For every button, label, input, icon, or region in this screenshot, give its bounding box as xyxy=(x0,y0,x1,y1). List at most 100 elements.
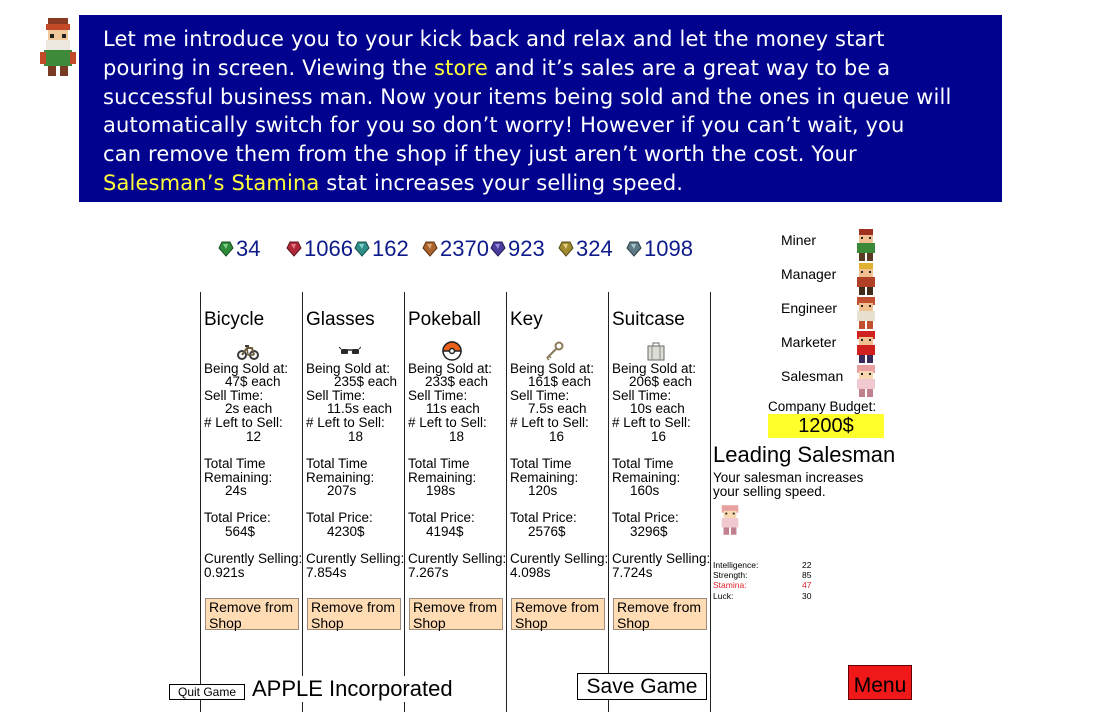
gold-gem-icon xyxy=(558,241,574,257)
price-each: 233$ each xyxy=(425,374,489,389)
green-gem-icon xyxy=(218,241,234,257)
total-price-label: Total Price: xyxy=(204,510,271,525)
product-name: Suitcase xyxy=(612,309,685,330)
resource-gold: 324 xyxy=(558,236,613,262)
price-each: 47$ each xyxy=(225,374,281,389)
remove-from-shop-button[interactable]: Remove from Shop xyxy=(409,598,503,631)
left-to-sell-value: 12 xyxy=(246,429,262,444)
manager-sprite-icon[interactable] xyxy=(853,263,879,295)
staff-role-miner: Miner xyxy=(781,232,817,248)
resource-count: 1098 xyxy=(644,236,693,261)
currently-selling-label: Curently Selling: xyxy=(204,551,303,566)
company-name: APPLE Incorporated xyxy=(252,676,455,702)
resource-green: 34 xyxy=(218,236,260,262)
price-each: 235$ each xyxy=(334,374,398,389)
total-price-label: Total Price: xyxy=(408,510,475,525)
remaining-value: 120s xyxy=(528,483,558,498)
left-to-sell-value: 16 xyxy=(549,429,565,444)
company-budget-label: Company Budget: xyxy=(768,399,877,414)
left-to-sell-label: # Left to Sell: xyxy=(204,415,283,430)
product-name: Bicycle xyxy=(204,309,265,330)
engineer-sprite-icon[interactable] xyxy=(853,297,879,329)
bicycle-icon xyxy=(237,345,259,360)
sell-time-value: 11.5s each xyxy=(327,401,393,416)
save-game-button[interactable]: Save Game xyxy=(577,673,707,700)
total-time-label: Total Time xyxy=(510,456,572,471)
remaining-value: 24s xyxy=(225,483,247,498)
resource-count: 162 xyxy=(372,236,409,261)
total-time-label: Total Time xyxy=(408,456,470,471)
dialog-line: can remove them from the shop if they ju… xyxy=(103,142,857,167)
dialog-text: and it’s sales are a great way to be a xyxy=(487,55,891,80)
total-price-value: 4194$ xyxy=(426,524,464,539)
dialog-line: pouring in screen. Viewing the store and… xyxy=(103,54,982,83)
product-name: Pokeball xyxy=(408,309,481,330)
product-name: Key xyxy=(510,309,543,330)
stat-value: 47 xyxy=(802,580,812,591)
currently-selling-label: Curently Selling: xyxy=(408,551,507,566)
dialog-line: automatically switch for you so don’t wo… xyxy=(103,113,905,138)
quit-game-button[interactable]: Quit Game xyxy=(169,684,245,700)
left-to-sell-label: # Left to Sell: xyxy=(408,415,487,430)
glasses-icon xyxy=(339,346,361,354)
tutorial-dialog: Let me introduce you to your kick back a… xyxy=(79,15,1002,202)
currently-selling-value: 7.854s xyxy=(306,565,347,580)
red-gem-icon xyxy=(286,241,302,257)
resource-teal: 162 xyxy=(354,236,409,262)
staff-role-manager: Manager xyxy=(781,266,837,282)
leading-salesman-title: Leading Salesman xyxy=(713,442,896,467)
currently-selling-value: 0.921s xyxy=(204,565,245,580)
dialog-line: successful business man. Now your items … xyxy=(103,84,952,109)
dialog-text: stat increases your selling speed. xyxy=(319,170,684,195)
product-column-key: Key Being Sold at: 161$ each Sell Time: … xyxy=(506,292,608,712)
remove-from-shop-button[interactable]: Remove from Shop xyxy=(511,598,605,631)
total-time-label: Total Time xyxy=(306,456,368,471)
total-price-label: Total Price: xyxy=(612,510,679,525)
stat-value: 30 xyxy=(802,590,812,601)
suitcase-icon xyxy=(647,342,665,361)
purple-gem-icon xyxy=(490,241,506,257)
miner-sprite-icon[interactable] xyxy=(853,229,879,261)
resource-count: 2370 xyxy=(440,236,489,261)
total-price-label: Total Price: xyxy=(510,510,577,525)
left-to-sell-label: # Left to Sell: xyxy=(612,415,691,430)
sell-time-value: 10s each xyxy=(630,401,685,416)
marketer-sprite-icon[interactable] xyxy=(853,331,879,363)
leading-salesman-description: Your salesman increases your selling spe… xyxy=(713,470,864,499)
staff-role-marketer: Marketer xyxy=(781,334,837,350)
resource-count: 324 xyxy=(576,236,613,261)
remaining-value: 198s xyxy=(426,483,456,498)
dialog-line: Salesman’s Stamina stat increases your s… xyxy=(103,169,982,198)
resource-count: 1066 xyxy=(304,236,353,261)
company-budget-value: 1200$ xyxy=(768,414,884,438)
slate-gem-icon xyxy=(626,241,642,257)
product-column-glasses: Glasses Being Sold at: 235$ each Sell Ti… xyxy=(302,292,404,712)
product-name: Glasses xyxy=(306,309,375,330)
stat-name: Luck: xyxy=(713,590,734,601)
left-to-sell-value: 18 xyxy=(449,429,465,444)
dialog-text: pouring in screen. Viewing the xyxy=(103,55,435,80)
total-price-value: 564$ xyxy=(225,524,256,539)
salesman-sprite-icon[interactable] xyxy=(853,365,879,397)
teal-gem-icon xyxy=(354,241,370,257)
leading-salesman-sprite-icon xyxy=(721,505,739,535)
total-price-label: Total Price: xyxy=(306,510,373,525)
remove-from-shop-button[interactable]: Remove from Shop xyxy=(205,598,299,631)
menu-button[interactable]: Menu xyxy=(848,665,912,700)
total-price-value: 4230$ xyxy=(327,524,365,539)
sell-time-value: 11s each xyxy=(426,401,480,416)
staff-role-engineer: Engineer xyxy=(781,300,838,316)
currently-selling-value: 4.098s xyxy=(510,565,551,580)
currently-selling-label: Curently Selling: xyxy=(510,551,609,566)
shop-products: Bicycle Being Sold at: 47$ each Sell Tim… xyxy=(200,292,712,712)
total-time-label: Total Time xyxy=(612,456,674,471)
product-column-bicycle: Bicycle Being Sold at: 47$ each Sell Tim… xyxy=(200,292,302,712)
narrator-sprite-icon xyxy=(40,18,76,76)
remove-from-shop-button[interactable]: Remove from Shop xyxy=(613,598,707,631)
left-to-sell-label: # Left to Sell: xyxy=(306,415,385,430)
currently-selling-label: Curently Selling: xyxy=(306,551,405,566)
pokeball-icon xyxy=(442,341,462,361)
remove-from-shop-button[interactable]: Remove from Shop xyxy=(307,598,401,631)
price-each: 206$ each xyxy=(629,374,693,389)
currently-selling-value: 7.724s xyxy=(612,565,653,580)
